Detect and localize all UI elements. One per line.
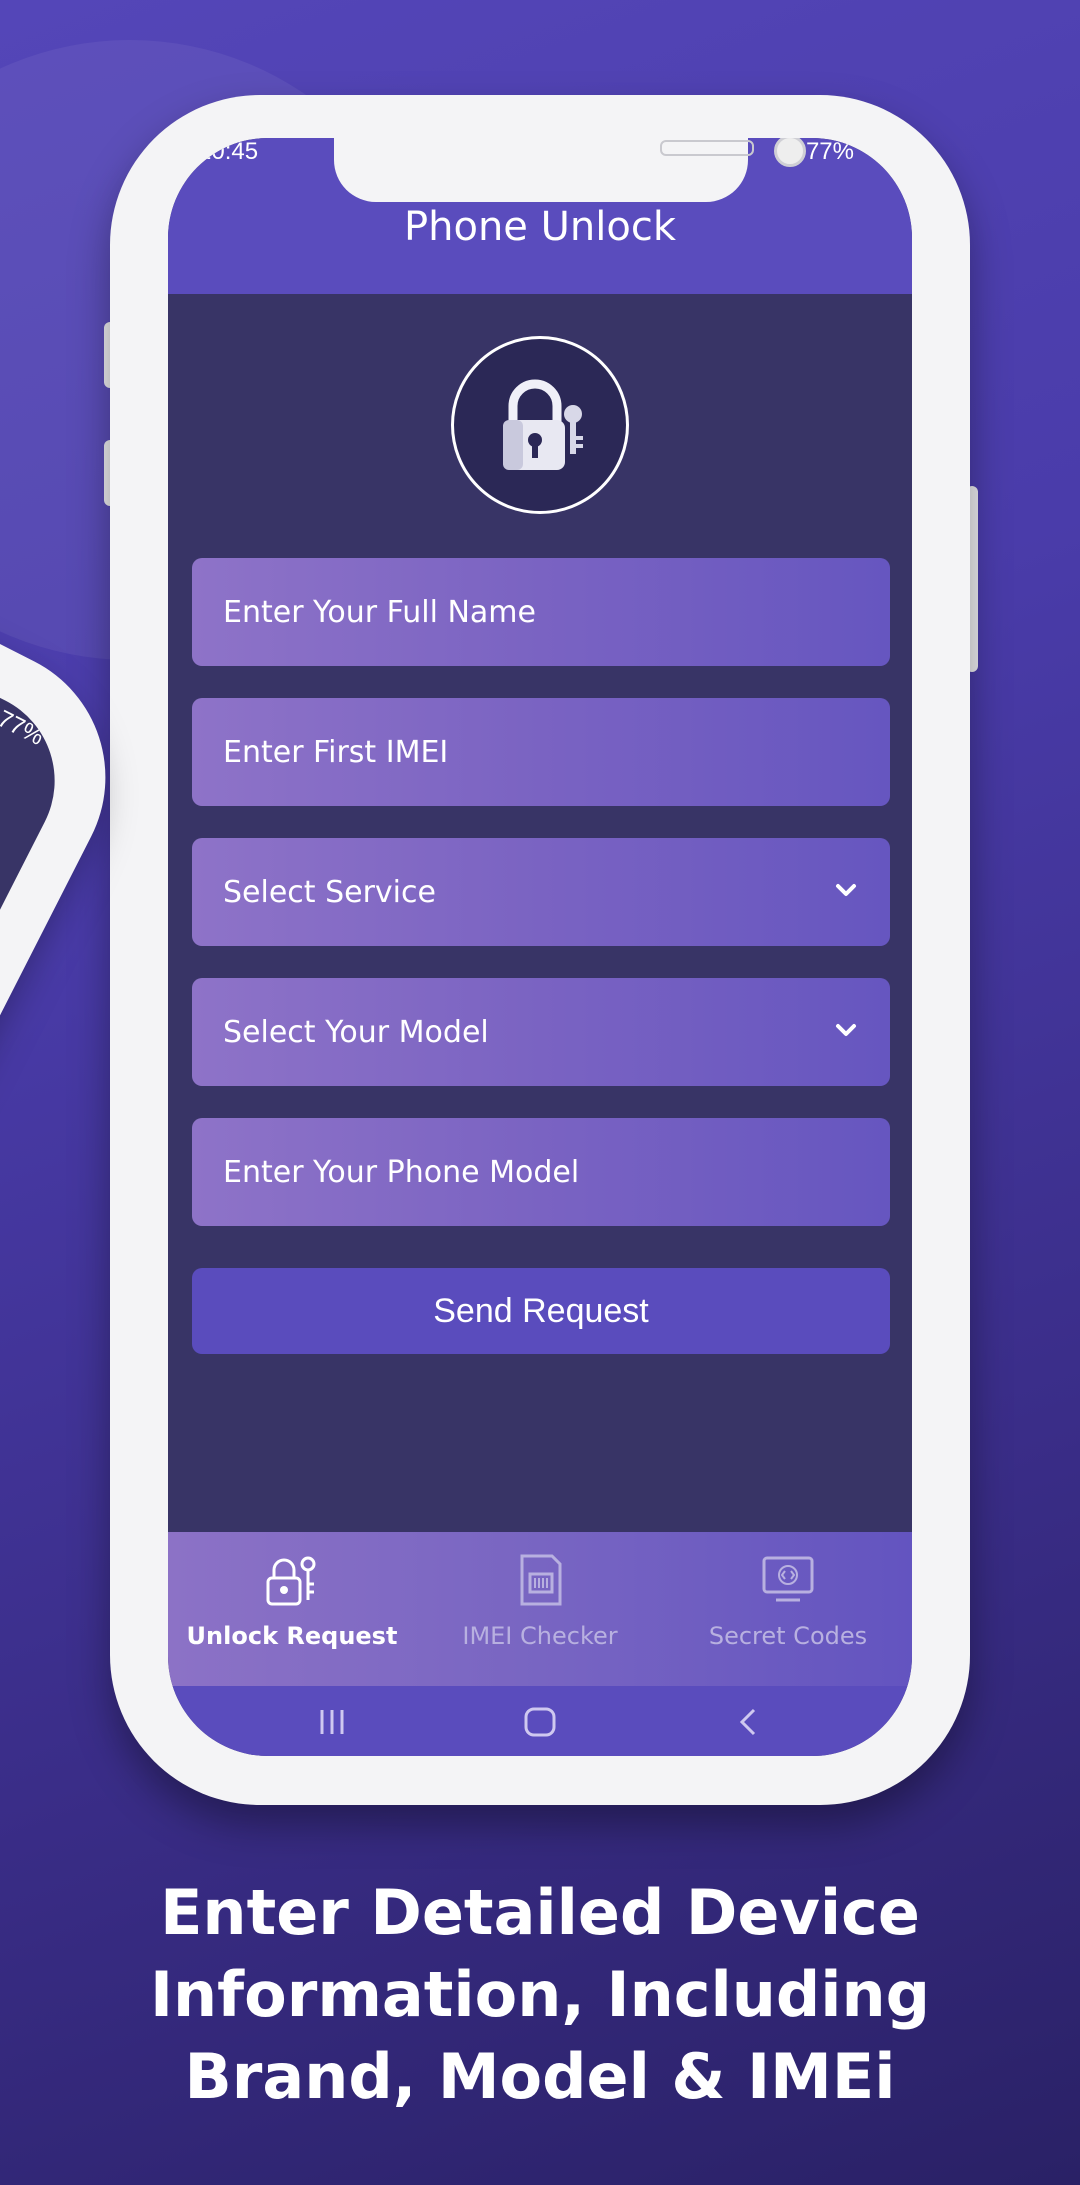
nav-imei-checker[interactable]: IMEI Checker (416, 1552, 664, 1650)
code-screen-icon (762, 1556, 814, 1602)
promo-background: 10:45 77% Phone Unlock Enter Your Full N… (0, 0, 1080, 2185)
home-icon[interactable] (520, 1706, 560, 1738)
status-time: 10:45 (198, 138, 259, 165)
phone-notch (334, 138, 806, 202)
first-imei-placeholder: Enter First IMEI (223, 734, 449, 770)
send-request-button[interactable]: Send Request (192, 1268, 890, 1354)
full-name-placeholder: Enter Your Full Name (223, 594, 536, 630)
select-service-dropdown[interactable]: Select Service (192, 838, 890, 946)
phone-model-placeholder: Enter Your Phone Model (223, 1154, 580, 1190)
recent-apps-icon[interactable] (312, 1706, 352, 1738)
chevron-down-icon (836, 884, 856, 896)
caption-text: Enter Detailed Device Information, Inclu… (149, 1876, 931, 2113)
app-bar: 10:45 77% Phone Unlock (168, 138, 912, 294)
nav-secret-codes[interactable]: Secret Codes (664, 1552, 912, 1650)
system-navigation-bar (168, 1686, 912, 1756)
phone-model-input[interactable]: Enter Your Phone Model (192, 1118, 890, 1226)
full-name-input[interactable]: Enter Your Full Name (192, 558, 890, 666)
front-camera (774, 138, 806, 167)
back-icon[interactable] (728, 1706, 768, 1738)
speaker-grille (660, 140, 754, 156)
padlock-key-icon (451, 336, 629, 514)
promo-caption: Enter Detailed Device Information, Inclu… (0, 1872, 1080, 2118)
nav-label: IMEI Checker (462, 1622, 618, 1650)
nav-label: Unlock Request (186, 1622, 398, 1650)
second-phone-screen: 77% (0, 494, 86, 1850)
select-model-label: Select Your Model (223, 1014, 489, 1050)
first-imei-input[interactable]: Enter First IMEI (192, 698, 890, 806)
bottom-navigation: Unlock Request IMEI Checker Secret Codes (168, 1532, 912, 1686)
imei-card-icon (520, 1554, 562, 1606)
nav-label: Secret Codes (708, 1622, 868, 1650)
second-status-battery: 77% (0, 705, 49, 751)
status-battery: 77% (805, 138, 854, 165)
app-title: Phone Unlock (404, 204, 676, 250)
phone-screen: 10:45 77% Phone Unlock Enter Your Full N… (168, 138, 912, 1756)
select-model-dropdown[interactable]: Select Your Model (192, 978, 890, 1086)
select-service-label: Select Service (223, 874, 436, 910)
nav-unlock-request[interactable]: Unlock Request (168, 1552, 416, 1650)
lock-key-icon (266, 1556, 316, 1606)
chevron-down-icon (836, 1024, 856, 1036)
